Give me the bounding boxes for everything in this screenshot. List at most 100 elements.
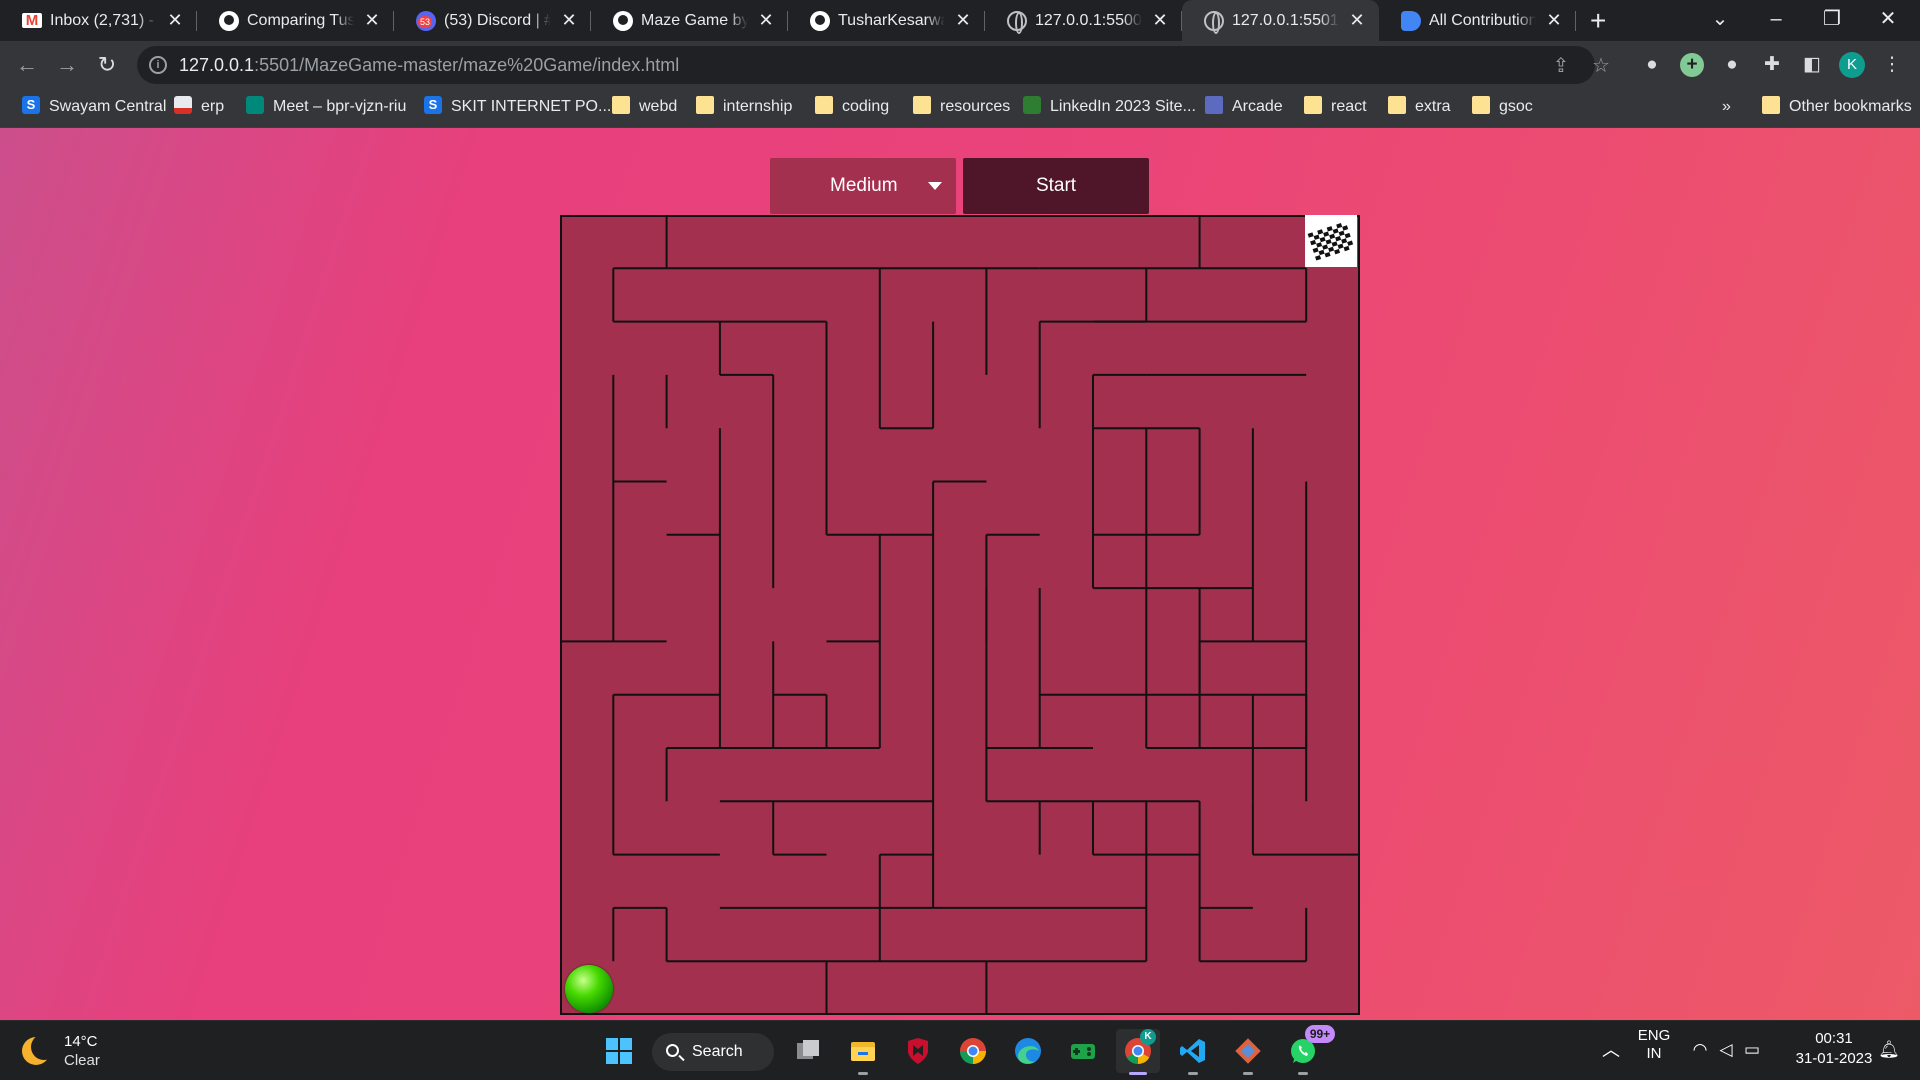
bookmark-item[interactable]: S SKIT INTERNET PO...: [424, 89, 611, 128]
browser-tab[interactable]: Comparing Tusha ✕: [197, 0, 394, 41]
chevron-up-icon[interactable]: ︿: [1596, 1021, 1626, 1080]
bookmark-label: Swayam Central: [49, 98, 167, 115]
tab-title: Maze Game by kh: [641, 12, 748, 29]
volume-icon[interactable]: ◁: [1714, 1021, 1738, 1080]
restore-button[interactable]: ❐: [1804, 0, 1860, 41]
browser-tab[interactable]: All Contributions ✕: [1379, 0, 1576, 41]
clock[interactable]: 00:31 31-01-2023: [1784, 1029, 1884, 1069]
close-window-button[interactable]: ✕: [1860, 0, 1916, 41]
bookmark-label: resources: [940, 98, 1011, 115]
back-icon[interactable]: ←: [10, 48, 44, 82]
bookmark-item[interactable]: Arcade: [1205, 89, 1283, 128]
bookmark-item[interactable]: extra: [1388, 89, 1451, 128]
close-tab-icon[interactable]: ✕: [362, 0, 382, 41]
url-host: 127.0.0.1: [179, 55, 255, 75]
close-tab-icon[interactable]: ✕: [953, 0, 973, 41]
language-code: ENG: [1637, 1027, 1671, 1044]
region-code: IN: [1646, 1045, 1662, 1062]
chrome-profile-button[interactable]: K: [1116, 1029, 1160, 1075]
page-background: Medium Start: [0, 128, 1920, 1020]
running-indicator: [1188, 1072, 1198, 1075]
browser-toolbar: ← → ↻ i 127.0.0.1:5501/MazeGame-master/m…: [0, 41, 1920, 89]
file-explorer-button[interactable]: [841, 1029, 885, 1075]
extension-icon[interactable]: ●: [1640, 53, 1664, 77]
forward-icon[interactable]: →: [50, 48, 84, 82]
browser-tab[interactable]: Maze Game by kh ✕: [591, 0, 788, 41]
reload-icon[interactable]: ↻: [90, 48, 124, 82]
whatsapp-button[interactable]: 99+: [1281, 1025, 1335, 1075]
tab-title: Comparing Tusha: [247, 12, 354, 29]
weather-condition: Clear: [64, 1052, 100, 1069]
tab-title: Inbox (2,731) - kh: [50, 12, 157, 29]
browser-tab[interactable]: 127.0.0.1:5501/M ✕: [1182, 0, 1379, 41]
close-tab-icon[interactable]: ✕: [165, 0, 185, 41]
wifi-icon[interactable]: ◠: [1688, 1021, 1712, 1080]
github-icon: [810, 11, 830, 31]
taskbar-search[interactable]: Search: [652, 1033, 774, 1071]
minimize-button[interactable]: –: [1748, 0, 1804, 41]
mcafee-button[interactable]: [896, 1029, 940, 1073]
bookmarks-overflow-button[interactable]: »: [1722, 89, 1731, 128]
site-info-icon[interactable]: i: [149, 56, 167, 74]
globe-icon: [1204, 11, 1224, 34]
game-app-button[interactable]: [1061, 1029, 1105, 1073]
other-bookmarks-folder[interactable]: Other bookmarks: [1762, 89, 1912, 128]
bookmark-label: extra: [1415, 98, 1451, 115]
start-button[interactable]: Start: [963, 158, 1149, 214]
folder-icon: [696, 95, 714, 114]
close-tab-icon[interactable]: ✕: [1150, 0, 1170, 41]
browser-tab[interactable]: (53) Discord | #ar ✕: [394, 0, 591, 41]
share-icon[interactable]: ⇪: [1549, 54, 1573, 78]
close-tab-icon[interactable]: ✕: [1544, 0, 1564, 41]
bookmark-item[interactable]: webd: [612, 89, 677, 128]
tab-search-icon[interactable]: ⌄: [1692, 0, 1748, 41]
bookmark-label: webd: [639, 98, 678, 115]
git-app-button[interactable]: [1226, 1029, 1270, 1075]
notification-bell-icon[interactable]: 🔔︎: [1876, 1021, 1902, 1080]
menu-kebab-icon[interactable]: ⋮: [1880, 53, 1904, 77]
bookmark-item[interactable]: Meet – bpr-vjzn-riu: [246, 89, 406, 128]
browser-tab[interactable]: Inbox (2,731) - kh ✕: [0, 0, 197, 41]
bookmark-item[interactable]: S Swayam Central: [22, 89, 166, 128]
bookmark-item[interactable]: coding: [815, 89, 889, 128]
bookmark-item[interactable]: internship: [696, 89, 792, 128]
edge-icon: [1015, 1038, 1041, 1064]
close-tab-icon[interactable]: ✕: [1347, 0, 1367, 41]
gmail-icon: [22, 0, 42, 41]
vscode-button[interactable]: [1171, 1029, 1215, 1075]
chrome-button[interactable]: [951, 1029, 995, 1073]
new-tab-button[interactable]: +: [1590, 0, 1606, 41]
bookmark-star-icon[interactable]: ☆: [1589, 54, 1613, 78]
swayam-icon: S: [22, 95, 40, 114]
bookmark-label: LinkedIn 2023 Site...: [1050, 98, 1196, 115]
profile-avatar[interactable]: K: [1839, 52, 1865, 78]
bookmark-item[interactable]: gsoc: [1472, 89, 1533, 128]
player-ball[interactable]: [565, 965, 613, 1013]
task-view-button[interactable]: [786, 1029, 830, 1073]
bookmark-item[interactable]: LinkedIn 2023 Site...: [1023, 89, 1196, 128]
bookmark-item[interactable]: erp: [174, 89, 224, 128]
bookmark-item[interactable]: react: [1304, 89, 1367, 128]
side-panel-icon[interactable]: ◧: [1800, 53, 1824, 77]
tab-strip: Inbox (2,731) - kh✕Comparing Tusha✕(53) …: [0, 0, 1920, 41]
extension-plus-icon[interactable]: +: [1680, 53, 1704, 77]
running-indicator: [1298, 1072, 1308, 1075]
language-indicator[interactable]: ENG IN: [1634, 1027, 1674, 1063]
battery-icon[interactable]: ▭: [1740, 1021, 1764, 1080]
maze-board[interactable]: [560, 215, 1360, 1015]
bookmark-item[interactable]: resources: [913, 89, 1010, 128]
maze-walls: [560, 215, 1360, 1015]
extensions-puzzle-icon[interactable]: ✚: [1760, 53, 1784, 77]
browser-tab[interactable]: TusharKesarwani/ ✕: [788, 0, 985, 41]
browser-tab[interactable]: 127.0.0.1:5500/M ✕: [985, 0, 1182, 41]
edge-button[interactable]: [1006, 1029, 1050, 1073]
difficulty-select[interactable]: Medium: [770, 158, 956, 214]
meet-icon: [246, 95, 264, 114]
address-bar[interactable]: i 127.0.0.1:5501/MazeGame-master/maze%20…: [137, 46, 1610, 84]
close-tab-icon[interactable]: ✕: [756, 0, 776, 41]
close-tab-icon[interactable]: ✕: [559, 0, 579, 41]
url-text[interactable]: 127.0.0.1:5501/MazeGame-master/maze%20Ga…: [179, 46, 679, 84]
start-menu-button[interactable]: [597, 1029, 641, 1073]
extension-icon[interactable]: ●: [1720, 53, 1744, 77]
arcade-icon: [1205, 95, 1223, 114]
